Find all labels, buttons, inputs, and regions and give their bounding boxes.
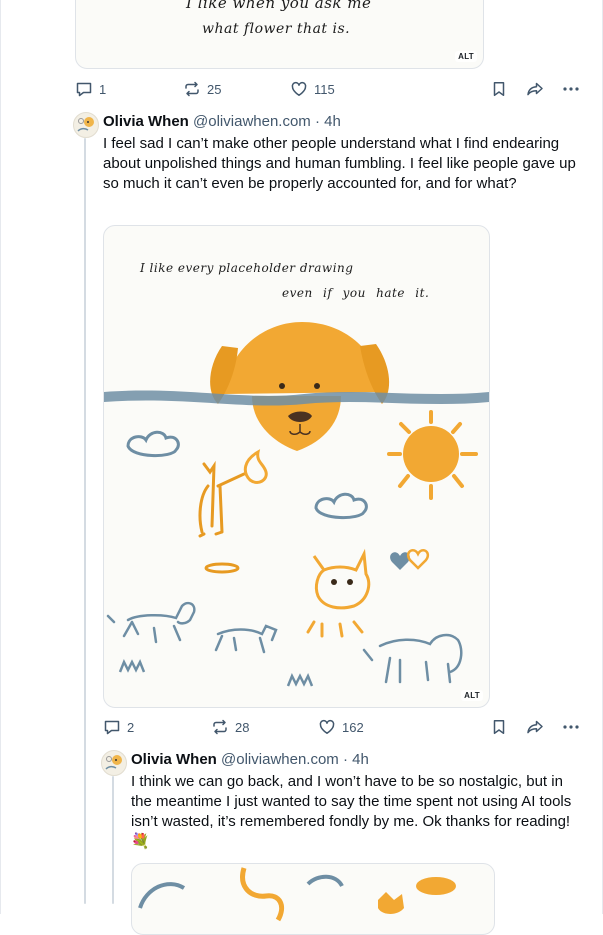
post-image-drawing[interactable] bbox=[131, 863, 495, 935]
handwritten-line: what flower that is. bbox=[202, 21, 351, 37]
alt-badge[interactable]: ALT bbox=[455, 51, 477, 62]
reply-count: 1 bbox=[99, 81, 107, 97]
post-actions: 1 25 115 bbox=[75, 78, 585, 100]
repost-button[interactable]: 25 bbox=[183, 78, 221, 100]
post-image-placeholder-drawing[interactable]: I like every placeholder drawing even if… bbox=[103, 225, 490, 708]
share-icon bbox=[527, 720, 543, 734]
drawing-illustration bbox=[104, 322, 489, 687]
like-count: 115 bbox=[314, 81, 335, 97]
author-name[interactable]: Olivia When bbox=[103, 113, 189, 130]
post-timestamp[interactable]: 4h bbox=[352, 751, 369, 768]
repost-icon bbox=[213, 719, 227, 735]
avatar-illustration-icon bbox=[105, 755, 122, 770]
avatar-illustration-icon bbox=[77, 117, 94, 132]
heart-icon bbox=[291, 81, 307, 96]
bookmark-icon bbox=[493, 82, 505, 97]
reply-button[interactable]: 1 bbox=[75, 78, 106, 100]
like-button[interactable]: 115 bbox=[290, 78, 335, 100]
author-handle[interactable]: @oliviawhen.com bbox=[193, 113, 311, 130]
drawing-illustration bbox=[138, 867, 456, 922]
post-header: Olivia When @oliviawhen.com · 4h bbox=[103, 112, 341, 132]
bookmark-icon bbox=[493, 720, 505, 735]
more-button[interactable] bbox=[562, 78, 580, 100]
post-text: I think we can go back, and I won’t have… bbox=[131, 773, 572, 850]
share-button[interactable] bbox=[526, 78, 544, 100]
bookmark-button[interactable] bbox=[490, 78, 508, 100]
thread-line bbox=[84, 138, 86, 904]
share-icon bbox=[527, 82, 543, 96]
speech-bubble-icon bbox=[104, 720, 120, 735]
post-actions: 2 28 162 bbox=[103, 716, 585, 738]
share-button[interactable] bbox=[526, 716, 544, 738]
more-icon bbox=[563, 725, 579, 729]
handwritten-line: I like when you ask me bbox=[186, 0, 372, 12]
author-name[interactable]: Olivia When bbox=[131, 751, 217, 768]
like-button[interactable]: 162 bbox=[318, 716, 364, 738]
post-header: Olivia When @oliviawhen.com · 4h bbox=[131, 750, 369, 770]
more-icon bbox=[563, 87, 579, 91]
repost-count: 25 bbox=[207, 81, 222, 97]
more-button[interactable] bbox=[562, 716, 580, 738]
time-separator: · bbox=[342, 751, 348, 768]
avatar[interactable] bbox=[101, 750, 127, 776]
repost-count: 28 bbox=[235, 719, 250, 735]
speech-bubble-icon bbox=[76, 82, 92, 97]
heart-icon bbox=[319, 719, 335, 734]
post-timestamp[interactable]: 4h bbox=[324, 113, 341, 130]
post-text: I feel sad I can’t make other people und… bbox=[103, 135, 576, 192]
post-image-flower-note[interactable]: I like when you ask me what flower that … bbox=[75, 0, 484, 69]
like-count: 162 bbox=[342, 719, 364, 735]
avatar[interactable] bbox=[73, 112, 99, 138]
bookmark-button[interactable] bbox=[490, 716, 508, 738]
repost-icon bbox=[185, 81, 199, 97]
reply-count: 2 bbox=[127, 719, 135, 735]
repost-button[interactable]: 28 bbox=[211, 716, 249, 738]
reply-button[interactable]: 2 bbox=[103, 716, 134, 738]
thread-line bbox=[112, 776, 114, 904]
author-handle[interactable]: @oliviawhen.com bbox=[221, 751, 339, 768]
time-separator: · bbox=[314, 113, 320, 130]
alt-badge[interactable]: ALT bbox=[461, 690, 483, 701]
